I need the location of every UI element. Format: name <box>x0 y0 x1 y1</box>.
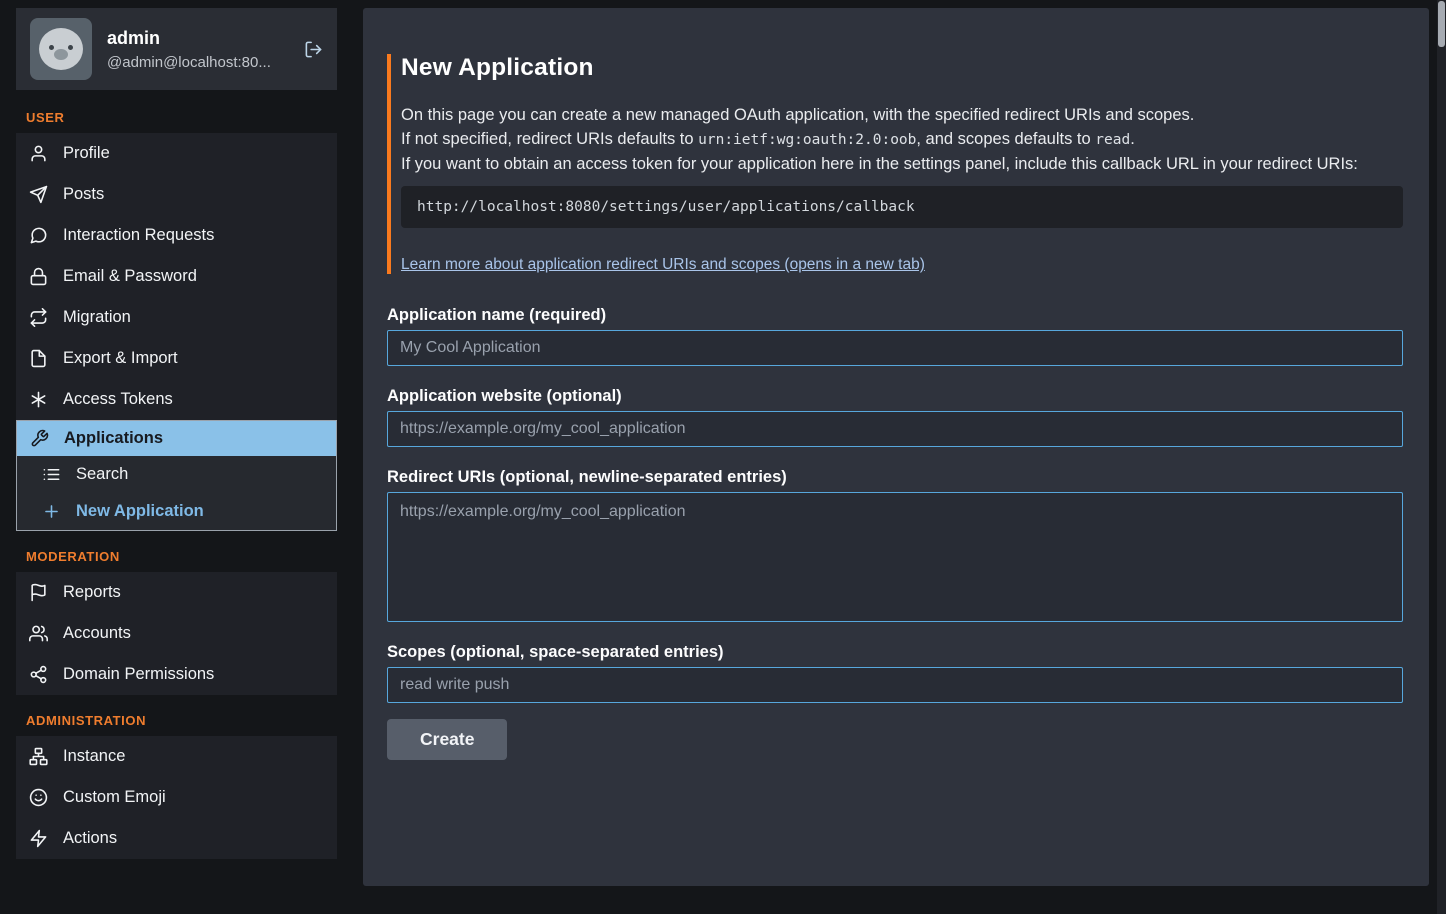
page-scrollbar[interactable] <box>1437 0 1446 914</box>
user-name: admin <box>107 28 271 49</box>
scopes-input[interactable] <box>387 667 1403 703</box>
sidebar-item-reports[interactable]: Reports <box>16 572 337 613</box>
wrench-icon <box>30 429 49 448</box>
sidebar-item-new-application[interactable]: New Application <box>17 493 336 530</box>
file-icon <box>29 349 48 368</box>
user-icon <box>29 144 48 163</box>
callback-url: http://localhost:8080/settings/user/appl… <box>417 199 915 215</box>
nav-block-user: Profile Posts Interaction Requests Email… <box>16 133 337 531</box>
smiley-icon <box>29 788 48 807</box>
sidebar-item-label: Profile <box>63 144 110 163</box>
sidebar-item-label: Search <box>76 465 128 484</box>
sidebar-item-applications[interactable]: Applications <box>17 421 336 456</box>
intro-text: On this page you can create a new manage… <box>401 103 1403 176</box>
plus-icon <box>42 502 61 521</box>
page-intro: New Application On this page you can cre… <box>387 54 1403 274</box>
sidebar-item-label: Instance <box>63 747 125 766</box>
applications-submenu: Search New Application <box>17 456 336 530</box>
sidebar-item-label: Access Tokens <box>63 390 173 409</box>
bolt-icon <box>29 829 48 848</box>
sidebar-item-email-password[interactable]: Email & Password <box>16 256 337 297</box>
sidebar-item-label: Posts <box>63 185 104 204</box>
sidebar-item-interaction-requests[interactable]: Interaction Requests <box>16 215 337 256</box>
settings-sidebar: admin @admin@localhost:80... USER Profil… <box>0 0 355 914</box>
sidebar-item-migration[interactable]: Migration <box>16 297 337 338</box>
sidebar-item-label: Accounts <box>63 624 131 643</box>
application-name-input[interactable] <box>387 330 1403 366</box>
callback-url-box: http://localhost:8080/settings/user/appl… <box>401 186 1403 228</box>
sidebar-item-access-tokens[interactable]: Access Tokens <box>16 379 337 420</box>
sidebar-item-accounts[interactable]: Accounts <box>16 613 337 654</box>
sidebar-item-label: Domain Permissions <box>63 665 214 684</box>
nav-block-administration: Instance Custom Emoji Actions <box>16 736 337 859</box>
app-layout: admin @admin@localhost:80... USER Profil… <box>0 0 1446 914</box>
application-website-field: Application website (optional) <box>387 387 1403 447</box>
sidebar-item-domain-permissions[interactable]: Domain Permissions <box>16 654 337 695</box>
new-application-panel: New Application On this page you can cre… <box>363 8 1429 886</box>
sidebar-item-profile[interactable]: Profile <box>16 133 337 174</box>
redirect-uris-label: Redirect URIs (optional, newline-separat… <box>387 468 1403 486</box>
avatar-face <box>39 28 83 70</box>
main-content: New Application On this page you can cre… <box>355 0 1446 914</box>
application-name-field: Application name (required) <box>387 306 1403 366</box>
users-icon <box>29 624 48 643</box>
sidebar-item-instance[interactable]: Instance <box>16 736 337 777</box>
sidebar-item-label: Custom Emoji <box>63 788 166 807</box>
learn-more-link[interactable]: Learn more about application redirect UR… <box>401 256 925 274</box>
user-meta: admin @admin@localhost:80... <box>107 28 271 71</box>
sidebar-item-label: Email & Password <box>63 267 197 286</box>
inline-code-read: read <box>1095 132 1130 148</box>
scopes-label: Scopes (optional, space-separated entrie… <box>387 643 1403 661</box>
sidebar-item-label: Reports <box>63 583 121 602</box>
asterisk-icon <box>29 390 48 409</box>
network-icon <box>29 665 48 684</box>
section-label-moderation: MODERATION <box>26 549 337 564</box>
user-card[interactable]: admin @admin@localhost:80... <box>16 8 337 90</box>
sidebar-item-label: Migration <box>63 308 131 327</box>
sidebar-item-label: Interaction Requests <box>63 226 214 245</box>
new-application-form: Application name (required) Application … <box>387 306 1403 760</box>
sidebar-item-label: New Application <box>76 502 204 521</box>
application-website-label: Application website (optional) <box>387 387 1403 405</box>
list-icon <box>42 465 61 484</box>
flag-icon <box>29 583 48 602</box>
comment-icon <box>29 226 48 245</box>
intro-line-2: If not specified, redirect URIs defaults… <box>401 127 1403 152</box>
lock-icon <box>29 267 48 286</box>
avatar <box>30 18 92 80</box>
sidebar-item-custom-emoji[interactable]: Custom Emoji <box>16 777 337 818</box>
scrollbar-thumb[interactable] <box>1438 1 1445 47</box>
sidebar-item-applications-search[interactable]: Search <box>17 456 336 493</box>
scopes-field: Scopes (optional, space-separated entrie… <box>387 643 1403 703</box>
create-button[interactable]: Create <box>387 719 507 760</box>
application-website-input[interactable] <box>387 411 1403 447</box>
user-handle: @admin@localhost:80... <box>107 54 271 71</box>
sidebar-item-posts[interactable]: Posts <box>16 174 337 215</box>
application-name-label: Application name (required) <box>387 306 1403 324</box>
inline-code-oob: urn:ietf:wg:oauth:2.0:oob <box>698 132 916 148</box>
sitemap-icon <box>29 747 48 766</box>
nav-block-moderation: Reports Accounts Domain Permissions <box>16 572 337 695</box>
section-label-administration: ADMINISTRATION <box>26 713 337 728</box>
applications-group: Applications Search New Application <box>16 420 337 531</box>
redirect-uris-field: Redirect URIs (optional, newline-separat… <box>387 468 1403 622</box>
intro-line-3: If you want to obtain an access token fo… <box>401 152 1403 176</box>
paper-plane-icon <box>29 185 48 204</box>
log-out-icon[interactable] <box>304 40 323 59</box>
sidebar-item-label: Actions <box>63 829 117 848</box>
transfer-arrows-icon <box>29 308 48 327</box>
sidebar-item-export-import[interactable]: Export & Import <box>16 338 337 379</box>
sidebar-item-label: Applications <box>64 429 163 448</box>
page-title: New Application <box>401 54 1403 82</box>
intro-line-1: On this page you can create a new manage… <box>401 103 1403 127</box>
sidebar-item-actions[interactable]: Actions <box>16 818 337 859</box>
sidebar-item-label: Export & Import <box>63 349 178 368</box>
section-label-user: USER <box>26 110 337 125</box>
redirect-uris-textarea[interactable] <box>387 492 1403 622</box>
